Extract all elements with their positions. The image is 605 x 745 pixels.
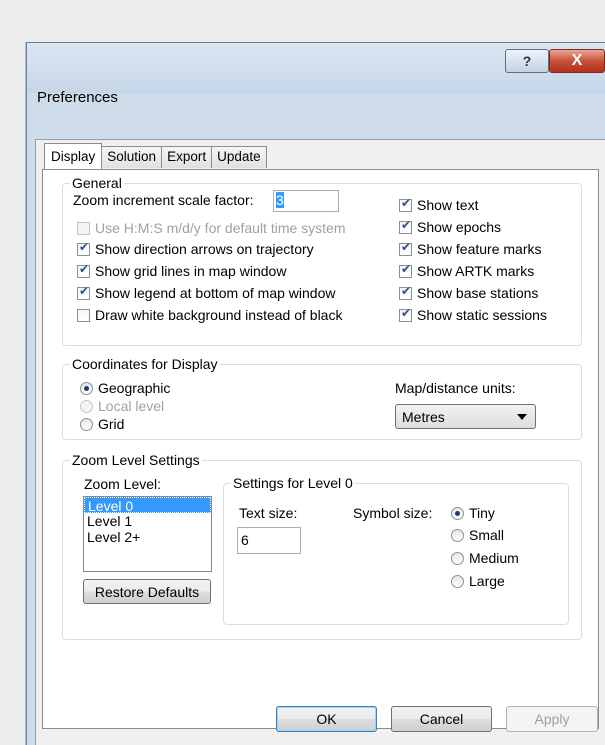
units-value: Metres	[402, 408, 445, 425]
display-tab-panel: General Zoom increment scale factor: 3 U…	[42, 169, 599, 729]
symbol-large[interactable]: Large	[451, 573, 505, 589]
local-level-label: Local level	[98, 398, 165, 414]
window-title: Preferences	[37, 89, 118, 106]
direction-arrows-checkbox[interactable]	[77, 240, 90, 256]
symbol-size-label: Symbol size:	[353, 505, 433, 521]
zoom-factor-input[interactable]: 3	[273, 190, 339, 212]
symbol-tiny[interactable]: Tiny	[451, 505, 495, 521]
option-grid-lines[interactable]: Show grid lines in map window	[77, 262, 287, 279]
desktop-background	[0, 40, 28, 745]
help-button[interactable]: ?	[505, 49, 549, 73]
tab-update[interactable]: Update	[211, 146, 267, 168]
units-dropdown[interactable]: Metres	[395, 404, 536, 429]
coord-geographic[interactable]: Geographic	[80, 380, 170, 396]
option-white-background[interactable]: Draw white background instead of black	[77, 307, 342, 323]
large-radio[interactable]	[451, 574, 464, 588]
medium-radio[interactable]	[451, 551, 464, 565]
list-item-level-1[interactable]: Level 1	[84, 513, 211, 529]
geographic-radio[interactable]	[80, 381, 93, 395]
white-background-checkbox[interactable]	[77, 308, 90, 322]
dialog-client-area: Display Solution Export Update General Z…	[35, 139, 605, 745]
tab-strip: Display Solution Export Update	[44, 143, 267, 169]
option-artk-marks[interactable]: Show ARTK marks	[399, 262, 535, 279]
artk-marks-label: Show ARTK marks	[417, 263, 535, 279]
help-icon: ?	[522, 53, 532, 69]
base-stations-checkbox[interactable]	[399, 284, 412, 300]
white-background-label: Draw white background instead of black	[95, 307, 343, 323]
zoom-settings-group-label: Zoom Level Settings	[70, 452, 202, 468]
zoom-factor-value: 3	[276, 192, 284, 208]
general-group-label: General	[70, 175, 124, 191]
symbol-small[interactable]: Small	[451, 527, 504, 543]
static-sessions-label: Show static sessions	[417, 307, 547, 323]
apply-button[interactable]: Apply	[506, 706, 598, 732]
tab-solution[interactable]: Solution	[101, 146, 163, 168]
option-static-sessions[interactable]: Show static sessions	[399, 306, 547, 323]
list-item-level-2[interactable]: Level 2+	[84, 529, 211, 545]
legend-checkbox[interactable]	[77, 284, 90, 300]
tab-display[interactable]: Display	[44, 143, 103, 169]
base-stations-label: Show base stations	[417, 285, 539, 301]
coord-grid[interactable]: Grid	[80, 416, 124, 432]
coordinates-group-label: Coordinates for Display	[70, 356, 220, 372]
show-text-checkbox[interactable]	[399, 196, 412, 212]
option-show-text[interactable]: Show text	[399, 196, 479, 213]
option-base-stations[interactable]: Show base stations	[399, 284, 539, 301]
close-icon: X	[571, 52, 583, 69]
symbol-medium[interactable]: Medium	[451, 550, 519, 566]
grid-lines-checkbox[interactable]	[77, 262, 90, 278]
large-label: Large	[469, 573, 505, 589]
small-label: Small	[469, 527, 505, 543]
ok-button[interactable]: OK	[276, 706, 377, 732]
text-size-input[interactable]: 6	[237, 527, 301, 554]
direction-arrows-label: Show direction arrows on trajectory	[95, 241, 314, 257]
time-system-label: Use H:M:S m/d/y for default time system	[95, 220, 346, 236]
coord-local-level[interactable]: Local level	[80, 398, 164, 414]
preferences-dialog: ? X Preferences Display Solution Export …	[26, 42, 605, 745]
option-direction-arrows[interactable]: Show direction arrows on trajectory	[77, 240, 314, 257]
geographic-label: Geographic	[98, 380, 171, 396]
zoom-level-list[interactable]: Level 0 Level 1 Level 2+	[83, 496, 212, 572]
option-feature-marks[interactable]: Show feature marks	[399, 240, 542, 257]
static-sessions-checkbox[interactable]	[399, 306, 412, 322]
tiny-radio[interactable]	[451, 506, 464, 520]
show-text-label: Show text	[417, 197, 479, 213]
show-epochs-checkbox[interactable]	[399, 218, 412, 234]
medium-label: Medium	[469, 550, 519, 566]
title-bar: ? X	[27, 43, 605, 93]
close-button[interactable]: X	[549, 49, 605, 73]
chevron-down-icon	[517, 414, 527, 420]
local-level-radio[interactable]	[80, 399, 93, 413]
option-show-epochs[interactable]: Show epochs	[399, 218, 502, 235]
feature-marks-checkbox[interactable]	[399, 240, 412, 256]
feature-marks-label: Show feature marks	[417, 241, 542, 257]
legend-label: Show legend at bottom of map window	[95, 285, 336, 301]
grid-label: Grid	[98, 416, 125, 432]
tiny-label: Tiny	[469, 505, 495, 521]
text-size-label: Text size:	[239, 505, 298, 521]
artk-marks-checkbox[interactable]	[399, 262, 412, 278]
cancel-button[interactable]: Cancel	[391, 706, 492, 732]
units-label: Map/distance units:	[395, 380, 516, 396]
small-radio[interactable]	[451, 528, 464, 542]
zoom-factor-label: Zoom increment scale factor:	[73, 192, 254, 208]
zoom-level-label: Zoom Level:	[84, 476, 162, 492]
grid-radio[interactable]	[80, 417, 93, 431]
level-settings-group-label: Settings for Level 0	[231, 475, 355, 491]
list-item-level-0[interactable]: Level 0	[84, 497, 211, 514]
restore-defaults-button[interactable]: Restore Defaults	[83, 579, 211, 604]
grid-lines-label: Show grid lines in map window	[95, 263, 287, 279]
show-epochs-label: Show epochs	[417, 219, 502, 235]
option-legend[interactable]: Show legend at bottom of map window	[77, 284, 336, 301]
option-time-system[interactable]: Use H:M:S m/d/y for default time system	[77, 220, 346, 236]
tab-export[interactable]: Export	[161, 146, 213, 168]
time-system-checkbox[interactable]	[77, 221, 90, 235]
